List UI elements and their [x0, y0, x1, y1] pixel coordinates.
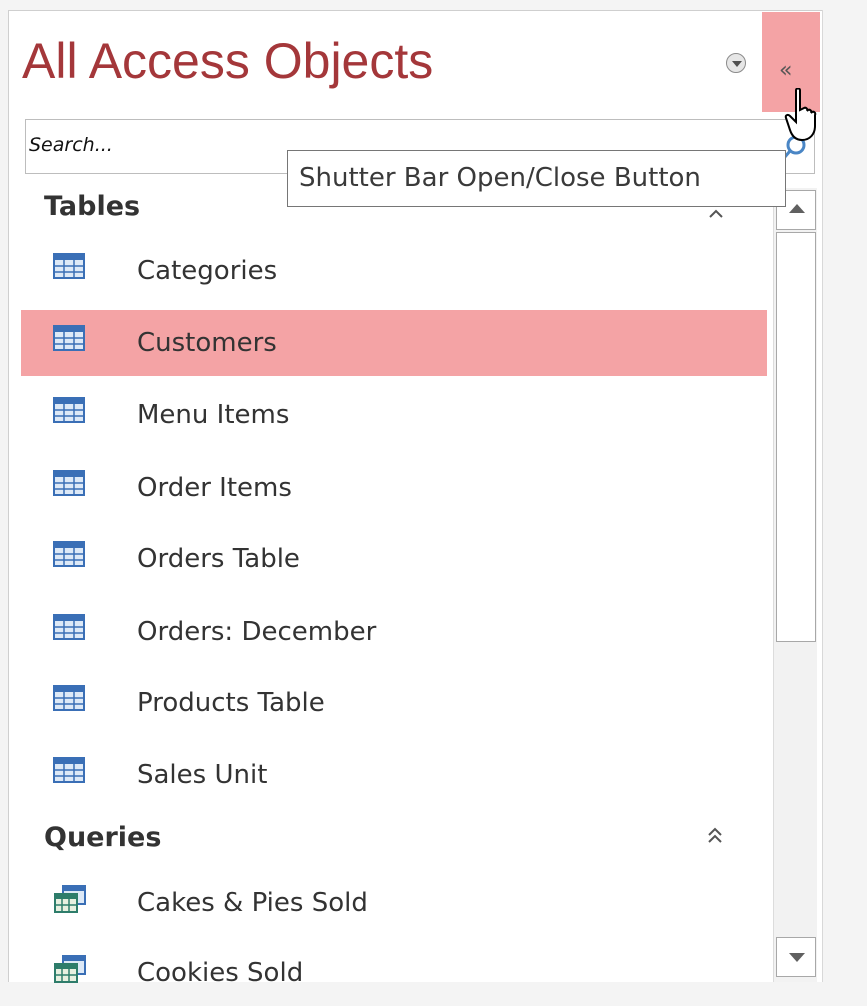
- double-chevron-left-icon: «: [779, 58, 793, 83]
- collapse-chevron-icon[interactable]: [708, 207, 724, 219]
- list-item-cakes-pies-sold[interactable]: Cakes & Pies Sold: [21, 870, 767, 936]
- table-icon: [53, 397, 85, 423]
- collapse-double-chevron-icon[interactable]: [707, 826, 723, 844]
- table-icon: [53, 614, 85, 640]
- list-item-label: Customers: [137, 328, 277, 358]
- table-icon: [53, 685, 85, 711]
- scrollbar-thumb[interactable]: [776, 232, 816, 642]
- nav-pane-title[interactable]: All Access Objects: [22, 36, 433, 86]
- nav-pane-menu-button[interactable]: [726, 53, 746, 73]
- list-item-categories[interactable]: Categories: [21, 238, 767, 304]
- list-item-sales-unit[interactable]: Sales Unit: [21, 742, 767, 808]
- list-item-label: Cookies Sold: [137, 958, 304, 988]
- vertical-scrollbar[interactable]: [773, 188, 817, 982]
- arrow-up-icon: [789, 204, 805, 213]
- chevron-down-circle-icon: [732, 61, 742, 67]
- list-item-order-items[interactable]: Order Items: [21, 455, 767, 521]
- mouse-pointer-icon: [784, 88, 817, 142]
- list-item-menu-items[interactable]: Menu Items: [21, 382, 767, 448]
- group-header-queries[interactable]: Queries: [44, 824, 161, 851]
- list-item-orders-table[interactable]: Orders Table: [21, 526, 767, 592]
- list-item-label: Orders: December: [137, 617, 377, 647]
- table-icon: [53, 470, 85, 496]
- list-item-products-table[interactable]: Products Table: [21, 670, 767, 736]
- shutter-button-tooltip: Shutter Bar Open/Close Button: [287, 150, 786, 207]
- query-icon: [54, 955, 86, 983]
- list-item-label: Categories: [137, 256, 278, 286]
- table-icon: [53, 541, 85, 567]
- pane-border: [822, 10, 823, 982]
- list-item-label: Menu Items: [137, 400, 290, 430]
- list-item-label: Products Table: [137, 688, 325, 718]
- list-item-label: Orders Table: [137, 544, 300, 574]
- list-item-customers[interactable]: Customers: [21, 310, 767, 376]
- group-header-tables[interactable]: Tables: [44, 193, 140, 220]
- table-icon: [53, 253, 85, 279]
- list-item-label: Order Items: [137, 473, 292, 503]
- table-icon: [53, 757, 85, 783]
- table-icon: [53, 325, 85, 351]
- list-item-cookies-sold[interactable]: Cookies Sold: [21, 940, 767, 1006]
- query-icon: [54, 885, 86, 913]
- list-item-label: Cakes & Pies Sold: [137, 888, 368, 918]
- list-item-label: Sales Unit: [137, 760, 268, 790]
- list-item-orders-december[interactable]: Orders: December: [21, 599, 767, 665]
- scroll-down-button[interactable]: [776, 937, 816, 977]
- arrow-down-icon: [789, 953, 805, 962]
